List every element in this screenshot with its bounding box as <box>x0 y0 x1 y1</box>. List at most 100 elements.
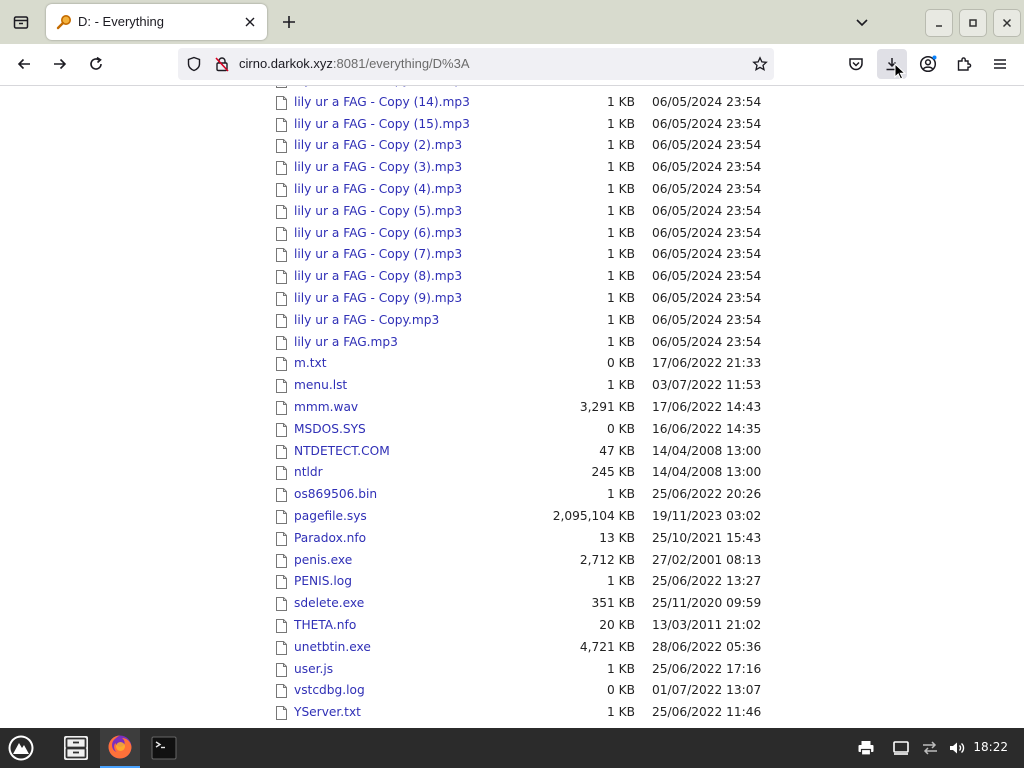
file-icon <box>276 422 287 437</box>
page-content: lily ur a FAG - Copy (13).mp3 1 KB 06/05/2… <box>0 86 1024 728</box>
file-date: 25/11/2020 09:59 <box>652 596 762 611</box>
list-all-tabs-button[interactable] <box>6 7 36 37</box>
file-name-link[interactable]: lily ur a FAG.mp3 <box>294 335 398 349</box>
system-clock[interactable]: 18:22 <box>973 740 1008 754</box>
reload-button[interactable] <box>81 49 111 79</box>
file-date: 06/05/2024 23:54 <box>652 160 762 175</box>
file-name-link[interactable]: MSDOS.SYS <box>294 422 366 436</box>
file-name-link[interactable]: NTDETECT.COM <box>294 444 390 458</box>
file-row: lily ur a FAG - Copy (5).mp3 1 KB 06/05/20… <box>0 201 1024 223</box>
file-date: 13/03/2011 21:02 <box>652 617 762 632</box>
file-row: lily ur a FAG.mp3 1 KB 06/05/2024 23:54 <box>0 332 1024 354</box>
file-name-link[interactable]: lily ur a FAG - Copy (7).mp3 <box>294 247 462 261</box>
file-name-link[interactable]: user.js <box>294 662 333 676</box>
file-name-link[interactable]: lily ur a FAG - Copy (14).mp3 <box>294 95 470 109</box>
file-name-link[interactable]: unetbtin.exe <box>294 640 371 654</box>
file-row: lily ur a FAG - Copy (7).mp3 1 KB 06/05/20… <box>0 244 1024 266</box>
file-name-link[interactable]: menu.lst <box>294 378 347 392</box>
file-name-link[interactable]: sdelete.exe <box>294 596 364 610</box>
close-tab-button[interactable] <box>241 13 259 31</box>
taskbar-firefox[interactable] <box>100 728 140 768</box>
file-icon <box>276 575 287 590</box>
file-icon <box>276 444 287 459</box>
file-date: 17/06/2022 14:43 <box>652 399 762 414</box>
file-date: 06/05/2024 23:54 <box>652 247 762 262</box>
url-bar[interactable]: cirno.darkok.xyz:8081/everything/D%3A <box>178 48 774 80</box>
file-row: Paradox.nfo 13 KB 25/10/2021 15:43 <box>0 528 1024 550</box>
tab-everything[interactable]: D: - Everything <box>46 4 267 40</box>
file-date: 28/06/2022 05:36 <box>652 639 762 654</box>
file-name-link[interactable]: YServer.txt <box>294 705 361 719</box>
file-date: 06/05/2024 23:54 <box>652 334 762 349</box>
file-size: 1 KB <box>607 334 635 349</box>
maximize-window-button[interactable] <box>959 9 987 37</box>
account-button[interactable] <box>913 49 943 79</box>
file-name-link[interactable]: lily ur a FAG - Copy.mp3 <box>294 313 439 327</box>
file-size: 1 KB <box>607 94 635 109</box>
file-icon <box>276 182 287 197</box>
launcher-icon <box>8 735 34 761</box>
file-name-link[interactable]: ntldr <box>294 465 323 479</box>
file-name-link[interactable]: PENIS.log <box>294 574 352 588</box>
back-button[interactable] <box>9 49 39 79</box>
file-name-link[interactable]: lily ur a FAG - Copy (4).mp3 <box>294 182 462 196</box>
file-name-link[interactable]: lily ur a FAG - Copy (5).mp3 <box>294 204 462 218</box>
file-icon <box>276 466 287 481</box>
tray-display[interactable] <box>889 728 913 768</box>
file-size: 2,712 KB <box>579 552 635 567</box>
file-name-link[interactable]: penis.exe <box>294 553 352 567</box>
file-name-link[interactable]: pagefile.sys <box>294 509 367 523</box>
taskbar-terminal[interactable] <box>146 728 182 768</box>
tray-printer[interactable] <box>854 728 878 768</box>
file-size: 1 KB <box>607 574 635 589</box>
file-name-link[interactable]: lily ur a FAG - Copy (8).mp3 <box>294 269 462 283</box>
url-text[interactable]: cirno.darkok.xyz:8081/everything/D%3A <box>239 56 470 71</box>
minimize-window-button[interactable] <box>925 9 953 37</box>
tray-volume[interactable] <box>945 728 969 768</box>
file-name-link[interactable]: lily ur a FAG - Copy (3).mp3 <box>294 160 462 174</box>
file-row: lily ur a FAG - Copy (3).mp3 1 KB 06/05/20… <box>0 157 1024 179</box>
file-row: sdelete.exe 351 KB 25/11/2020 09:59 <box>0 593 1024 615</box>
extensions-button[interactable] <box>949 49 979 79</box>
file-row: lily ur a FAG - Copy (4).mp3 1 KB 06/05/20… <box>0 179 1024 201</box>
pocket-button[interactable] <box>841 49 871 79</box>
app-launcher-button[interactable] <box>4 728 38 768</box>
file-name-link[interactable]: vstcdbg.log <box>294 683 365 697</box>
file-row: lily ur a FAG - Copy (9).mp3 1 KB 06/05/20… <box>0 288 1024 310</box>
file-size: 1 KB <box>607 138 635 153</box>
file-name-link[interactable]: lily ur a FAG - Copy (2).mp3 <box>294 138 462 152</box>
close-window-button[interactable] <box>993 9 1021 37</box>
downloads-button[interactable] <box>877 49 907 80</box>
file-manager-icon <box>64 736 88 760</box>
tray-network[interactable] <box>918 728 942 768</box>
forward-button[interactable] <box>45 49 75 79</box>
file-size: 351 KB <box>591 596 636 611</box>
file-size: 0 KB <box>607 356 635 371</box>
file-name-link[interactable]: Paradox.nfo <box>294 531 366 545</box>
file-name-link[interactable]: m.txt <box>294 356 327 370</box>
file-name-link[interactable]: os869506.bin <box>294 487 377 501</box>
lock-slash-icon[interactable] <box>214 56 230 72</box>
file-icon <box>276 204 287 219</box>
file-name-link[interactable]: lily ur a FAG - Copy (6).mp3 <box>294 226 462 240</box>
file-name-link[interactable]: lily ur a FAG - Copy (15).mp3 <box>294 117 470 131</box>
new-tab-button[interactable] <box>274 7 304 37</box>
tab-overflow-button[interactable] <box>847 7 877 37</box>
shield-icon[interactable] <box>186 56 202 72</box>
file-size: 1 KB <box>607 247 635 262</box>
file-date: 25/10/2021 15:43 <box>652 530 762 545</box>
file-size: 1 KB <box>607 290 635 305</box>
star-icon[interactable] <box>752 56 768 72</box>
app-menu-button[interactable] <box>985 49 1015 79</box>
file-date: 03/07/2022 11:53 <box>652 378 762 393</box>
file-date: 01/07/2022 13:07 <box>652 683 762 698</box>
taskbar-file-manager[interactable] <box>58 728 94 768</box>
file-name-link[interactable]: THETA.nfo <box>294 618 356 632</box>
file-size: 2,095,104 KB <box>552 508 635 523</box>
file-name-link[interactable]: lily ur a FAG - Copy (13).mp3 <box>294 86 470 87</box>
hamburger-icon <box>994 59 1006 69</box>
file-name-link[interactable]: mmm.wav <box>294 400 358 414</box>
file-name-link[interactable]: lily ur a FAG - Copy (9).mp3 <box>294 291 462 305</box>
file-row: ntldr 245 KB 14/04/2008 13:00 <box>0 462 1024 484</box>
file-row: lily ur a FAG - Copy (6).mp3 1 KB 06/05/20… <box>0 223 1024 245</box>
